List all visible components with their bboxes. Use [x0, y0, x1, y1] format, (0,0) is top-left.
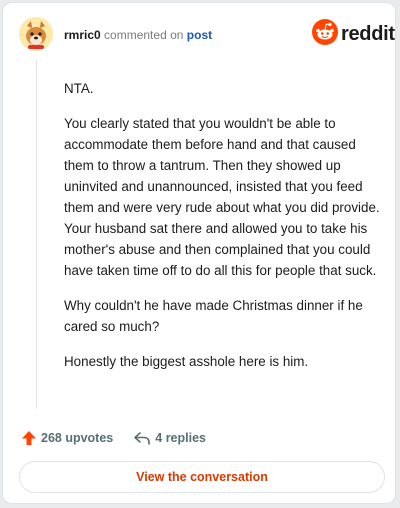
comment-paragraph: NTA.	[64, 81, 94, 96]
comment-card: rmric0 commented on post reddit NTA. You…	[2, 2, 396, 504]
post-link[interactable]: post	[187, 28, 212, 42]
upvote-label: 268 upvotes	[41, 431, 114, 445]
comment-paragraph: You clearly stated that you wouldn't be …	[64, 116, 380, 278]
thread-line	[36, 59, 37, 409]
upvote-count[interactable]: 268 upvotes	[21, 430, 113, 446]
comment-paragraph: Honestly the biggest asshole here is him…	[64, 354, 309, 369]
reddit-logo[interactable]: reddit	[312, 18, 395, 50]
comment-footer: 268 upvotes 4 replies	[21, 428, 206, 448]
dog-avatar-icon[interactable]	[19, 17, 53, 51]
username-link[interactable]: rmric0	[64, 28, 101, 42]
comment-paragraph: Why couldn't he have made Christmas dinn…	[64, 298, 363, 334]
upvote-arrow-icon[interactable]	[21, 430, 37, 446]
view-conversation-button[interactable]: View the conversation	[19, 461, 385, 493]
reddit-alien-icon	[312, 18, 338, 50]
comment-body: NTA. You clearly stated that you wouldn'…	[64, 78, 382, 386]
reply-label: 4 replies	[155, 431, 206, 445]
reply-arrow-icon	[133, 430, 151, 446]
reddit-wordmark: reddit	[341, 22, 395, 45]
action-text: commented on	[104, 28, 184, 42]
reply-count[interactable]: 4 replies	[133, 430, 206, 446]
comment-header: rmric0 commented on post	[64, 28, 212, 42]
